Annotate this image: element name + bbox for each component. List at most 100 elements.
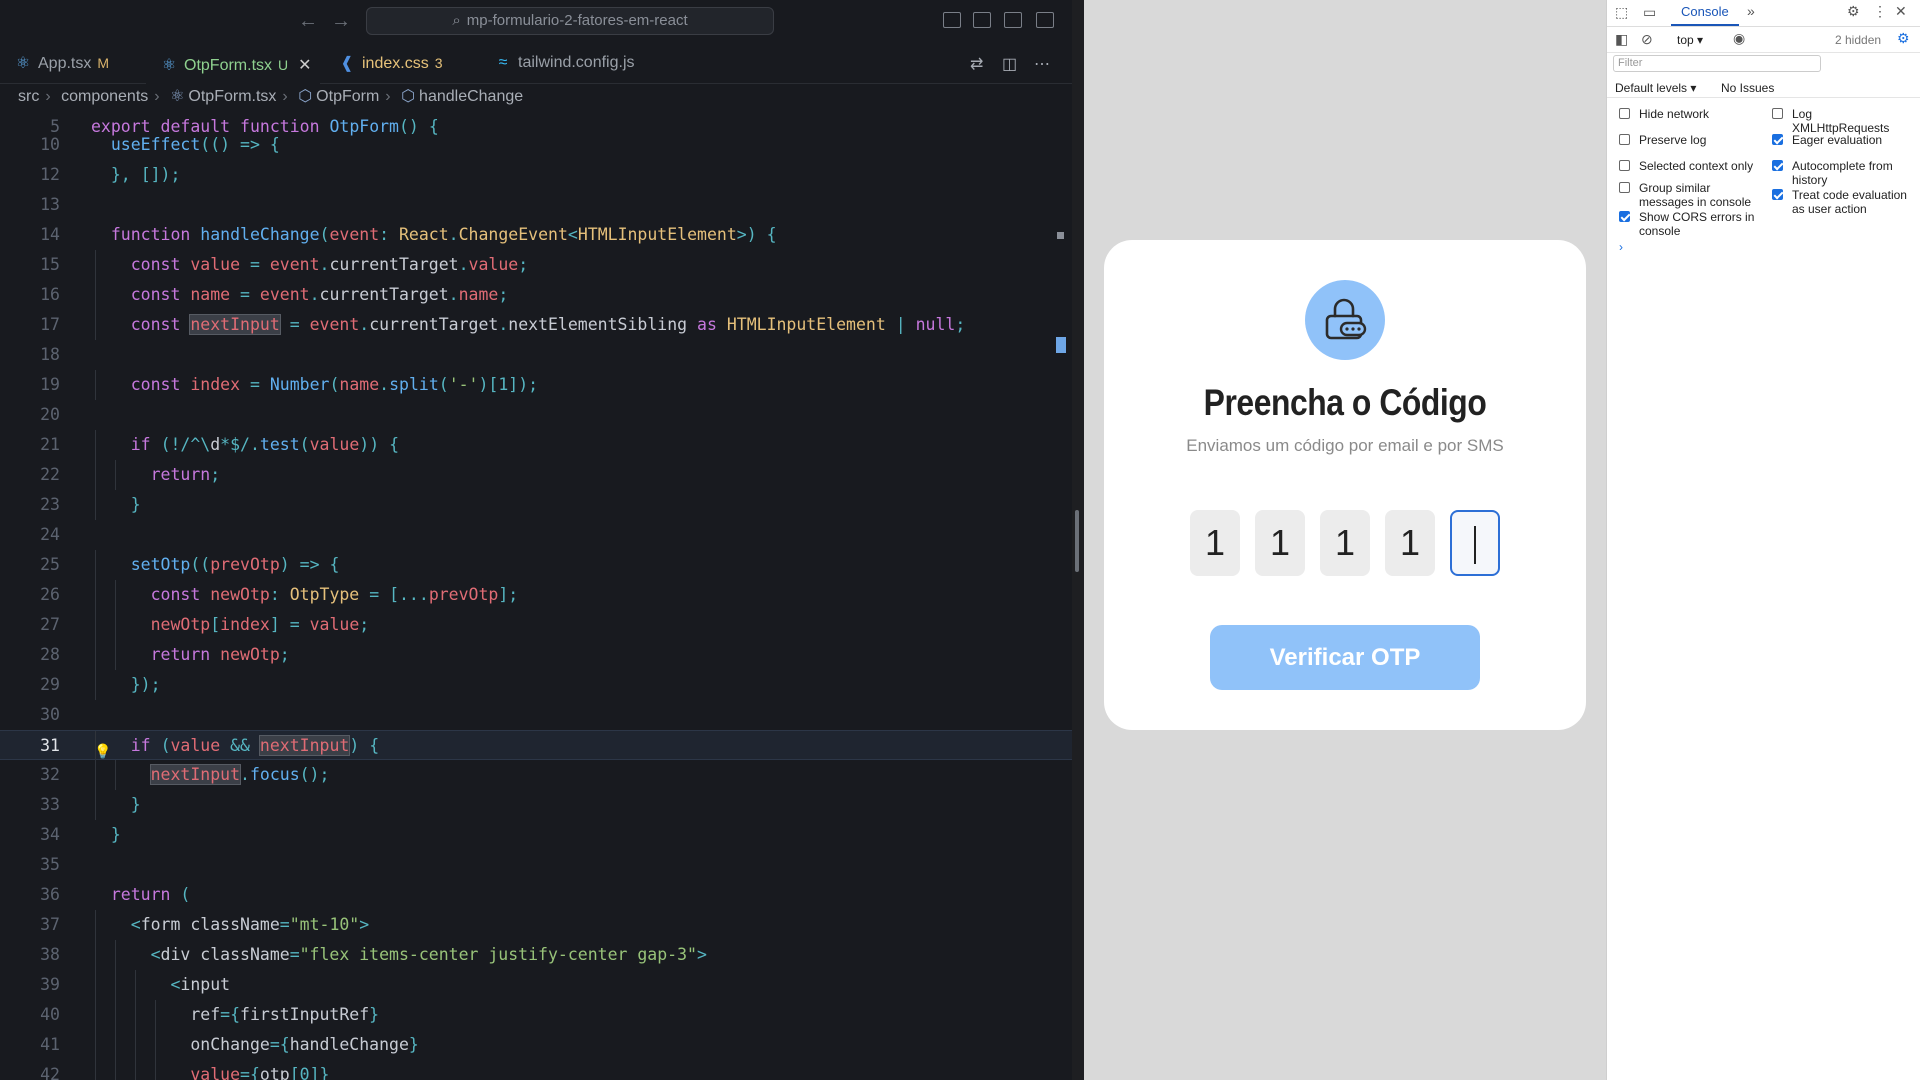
context-select[interactable]: top ▾ xyxy=(1677,33,1703,47)
code-line[interactable]: 19 const index = Number(name.split('-')[… xyxy=(0,370,1072,400)
checkbox[interactable] xyxy=(1619,134,1630,145)
code-area[interactable]: 5 export default function OtpForm() {10 u… xyxy=(0,112,1072,1080)
breadcrumb-item[interactable]: components xyxy=(61,88,148,105)
code-line[interactable]: 12 }, []); xyxy=(0,160,1072,190)
code-line[interactable]: 38 <div className="flex items-center jus… xyxy=(0,940,1072,970)
split-editor-icon[interactable]: ◫ xyxy=(1002,54,1017,74)
splitter-grip[interactable] xyxy=(1075,510,1079,572)
back-arrow-icon[interactable]: ← xyxy=(298,9,318,33)
tab-otpform-tsx[interactable]: ⚛ OtpForm.tsx U ✕ xyxy=(146,42,320,84)
otp-input-1[interactable]: 1 xyxy=(1190,510,1240,576)
toggle-panel-icon[interactable] xyxy=(973,12,991,28)
code-line[interactable]: 39 <input xyxy=(0,970,1072,1000)
forward-arrow-icon[interactable]: → xyxy=(331,9,351,33)
breadcrumb-item[interactable]: src xyxy=(18,88,39,105)
code-line[interactable]: 42 value={otp[0]} xyxy=(0,1060,1072,1080)
command-center-search[interactable]: ⌕ mp-formulario-2-fatores-em-react xyxy=(366,7,774,35)
checkbox-label: Eager evaluation xyxy=(1792,133,1883,147)
code-line[interactable]: 33 } xyxy=(0,790,1072,820)
browser-viewport: Preencha o Código Enviamos um código por… xyxy=(1084,0,1606,1080)
console-prompt[interactable]: › xyxy=(1619,240,1623,254)
log-levels-dropdown[interactable]: Default levels ▾ xyxy=(1615,81,1696,95)
issues-link[interactable]: No Issues xyxy=(1721,81,1774,95)
checkbox[interactable] xyxy=(1772,189,1783,200)
device-toolbar-icon[interactable]: ▭ xyxy=(1643,4,1656,21)
console-settings-icon[interactable]: ⚙ xyxy=(1897,30,1910,47)
source-control-diff-icon[interactable]: ⇄ xyxy=(970,54,983,74)
code-line[interactable]: 30 xyxy=(0,700,1072,730)
code-line[interactable]: 34 } xyxy=(0,820,1072,850)
toggle-sidebar-icon[interactable] xyxy=(943,12,961,28)
close-icon[interactable]: ✕ xyxy=(1895,3,1907,20)
gear-icon[interactable]: ⚙ xyxy=(1847,3,1860,20)
breadcrumb-item[interactable]: OtpForm.tsx xyxy=(188,88,276,105)
code-line[interactable]: 41 onChange={handleChange} xyxy=(0,1030,1072,1060)
otp-input-5[interactable] xyxy=(1450,510,1500,576)
code-line[interactable]: 31 if (value && nextInput) {💡 xyxy=(0,730,1072,761)
checkbox[interactable] xyxy=(1772,134,1783,145)
checkbox[interactable] xyxy=(1619,182,1630,193)
inspect-element-icon[interactable]: ⬚ xyxy=(1615,4,1628,21)
line-number: 12 xyxy=(40,165,60,184)
tab-console[interactable]: Console xyxy=(1671,4,1739,26)
code-line[interactable]: 17 const nextInput = event.currentTarget… xyxy=(0,310,1072,340)
console-filter-input[interactable]: Filter xyxy=(1613,55,1821,72)
eye-icon[interactable]: ◉ xyxy=(1733,30,1745,47)
code-line[interactable]: 13 xyxy=(0,190,1072,220)
more-actions-icon[interactable]: ⋯ xyxy=(1034,54,1050,74)
code-line[interactable]: 22 return; xyxy=(0,460,1072,490)
line-number: 10 xyxy=(40,135,60,154)
otp-input-2[interactable]: 1 xyxy=(1255,510,1305,576)
code-line[interactable]: 35 xyxy=(0,850,1072,880)
code-line[interactable]: 26 const newOtp: OtpType = [...prevOtp]; xyxy=(0,580,1072,610)
otp-input-3[interactable]: 1 xyxy=(1320,510,1370,576)
line-number: 34 xyxy=(40,825,60,844)
code-line[interactable]: 14 function handleChange(event: React.Ch… xyxy=(0,220,1072,250)
code-line[interactable]: 15 const value = event.currentTarget.val… xyxy=(0,250,1072,280)
breadcrumb-item[interactable]: OtpForm xyxy=(316,88,379,105)
code-line[interactable]: 36 return ( xyxy=(0,880,1072,910)
code-line[interactable]: 21 if (!/^\d*$/.test(value)) { xyxy=(0,430,1072,460)
code-line[interactable]: 32 nextInput.focus(); xyxy=(0,760,1072,790)
code-line[interactable]: 16 const name = event.currentTarget.name… xyxy=(0,280,1072,310)
pane-splitter[interactable] xyxy=(1072,0,1084,1080)
verify-otp-button[interactable]: Verificar OTP xyxy=(1210,625,1480,690)
code-text: return ( xyxy=(110,885,191,904)
line-number: 31 xyxy=(40,736,60,755)
otp-input-4[interactable]: 1 xyxy=(1385,510,1435,576)
checkbox[interactable] xyxy=(1619,160,1630,171)
code-line[interactable]: 37 <form className="mt-10"> xyxy=(0,910,1072,940)
checkbox[interactable] xyxy=(1619,211,1630,222)
code-text: }, []); xyxy=(110,165,181,184)
sidebar-toggle-icon[interactable]: ◧ xyxy=(1615,31,1628,48)
code-line[interactable]: 23 } xyxy=(0,490,1072,520)
checkbox-label: Hide network xyxy=(1639,107,1710,121)
code-line[interactable]: 25 setOtp((prevOtp) => { xyxy=(0,550,1072,580)
checkbox[interactable] xyxy=(1772,160,1783,171)
clear-console-icon[interactable]: ⊘ xyxy=(1641,31,1653,48)
tab-app-tsx[interactable]: ⚛ App.tsx M xyxy=(14,42,109,84)
scrollbar-thumb[interactable] xyxy=(1056,337,1066,353)
log-levels-value: Default levels xyxy=(1615,81,1688,95)
customize-layout-icon[interactable] xyxy=(1036,12,1054,28)
tab-index-css[interactable]: ❰ index.css 3 xyxy=(338,42,442,84)
code-text: return newOtp; xyxy=(150,645,290,664)
code-line[interactable]: 40 ref={firstInputRef} xyxy=(0,1000,1072,1030)
code-line[interactable]: 27 newOtp[index] = value; xyxy=(0,610,1072,640)
close-icon[interactable]: ✕ xyxy=(298,57,311,74)
tab-tailwind-config[interactable]: ≈ tailwind.config.js xyxy=(494,42,635,84)
checkbox[interactable] xyxy=(1772,108,1783,119)
more-tabs-icon[interactable]: » xyxy=(1747,3,1755,19)
code-line[interactable]: 18 xyxy=(0,340,1072,370)
code-line[interactable]: 20 xyxy=(0,400,1072,430)
code-line[interactable]: 10 useEffect(() => { xyxy=(0,130,1072,160)
code-text: }); xyxy=(130,675,161,694)
code-line[interactable]: 28 return newOtp; xyxy=(0,640,1072,670)
code-line[interactable]: 24 xyxy=(0,520,1072,550)
breadcrumb-item[interactable]: handleChange xyxy=(419,88,523,105)
code-line[interactable]: 29 }); xyxy=(0,670,1072,700)
kebab-menu-icon[interactable]: ⋮ xyxy=(1873,3,1887,20)
lock-icon-badge xyxy=(1305,280,1385,360)
checkbox[interactable] xyxy=(1619,108,1630,119)
toggle-secondary-sidebar-icon[interactable] xyxy=(1004,12,1022,28)
